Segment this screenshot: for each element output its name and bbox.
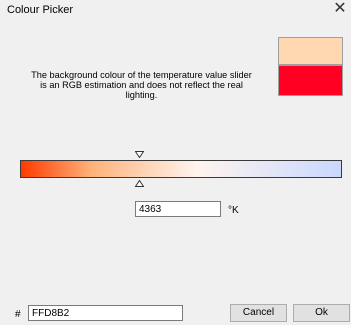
temperature-input[interactable] bbox=[135, 201, 221, 217]
slider-info-text: The background colour of the temperature… bbox=[31, 70, 252, 100]
close-button[interactable]: ✕ bbox=[332, 1, 348, 17]
window-title: Colour Picker bbox=[7, 4, 74, 16]
previous-colour-swatch[interactable] bbox=[278, 65, 343, 96]
hex-prefix: # bbox=[15, 309, 21, 320]
slider-thumb-top-icon[interactable] bbox=[135, 151, 144, 158]
cancel-button[interactable]: Cancel bbox=[230, 304, 287, 322]
temperature-unit: °K bbox=[228, 205, 239, 216]
ok-button[interactable]: Ok bbox=[293, 304, 350, 322]
slider-thumb-bottom-icon[interactable] bbox=[135, 180, 144, 187]
close-icon: ✕ bbox=[333, 0, 347, 17]
hex-input[interactable] bbox=[28, 305, 183, 321]
current-colour-swatch bbox=[278, 37, 343, 65]
temperature-slider[interactable] bbox=[20, 160, 342, 178]
